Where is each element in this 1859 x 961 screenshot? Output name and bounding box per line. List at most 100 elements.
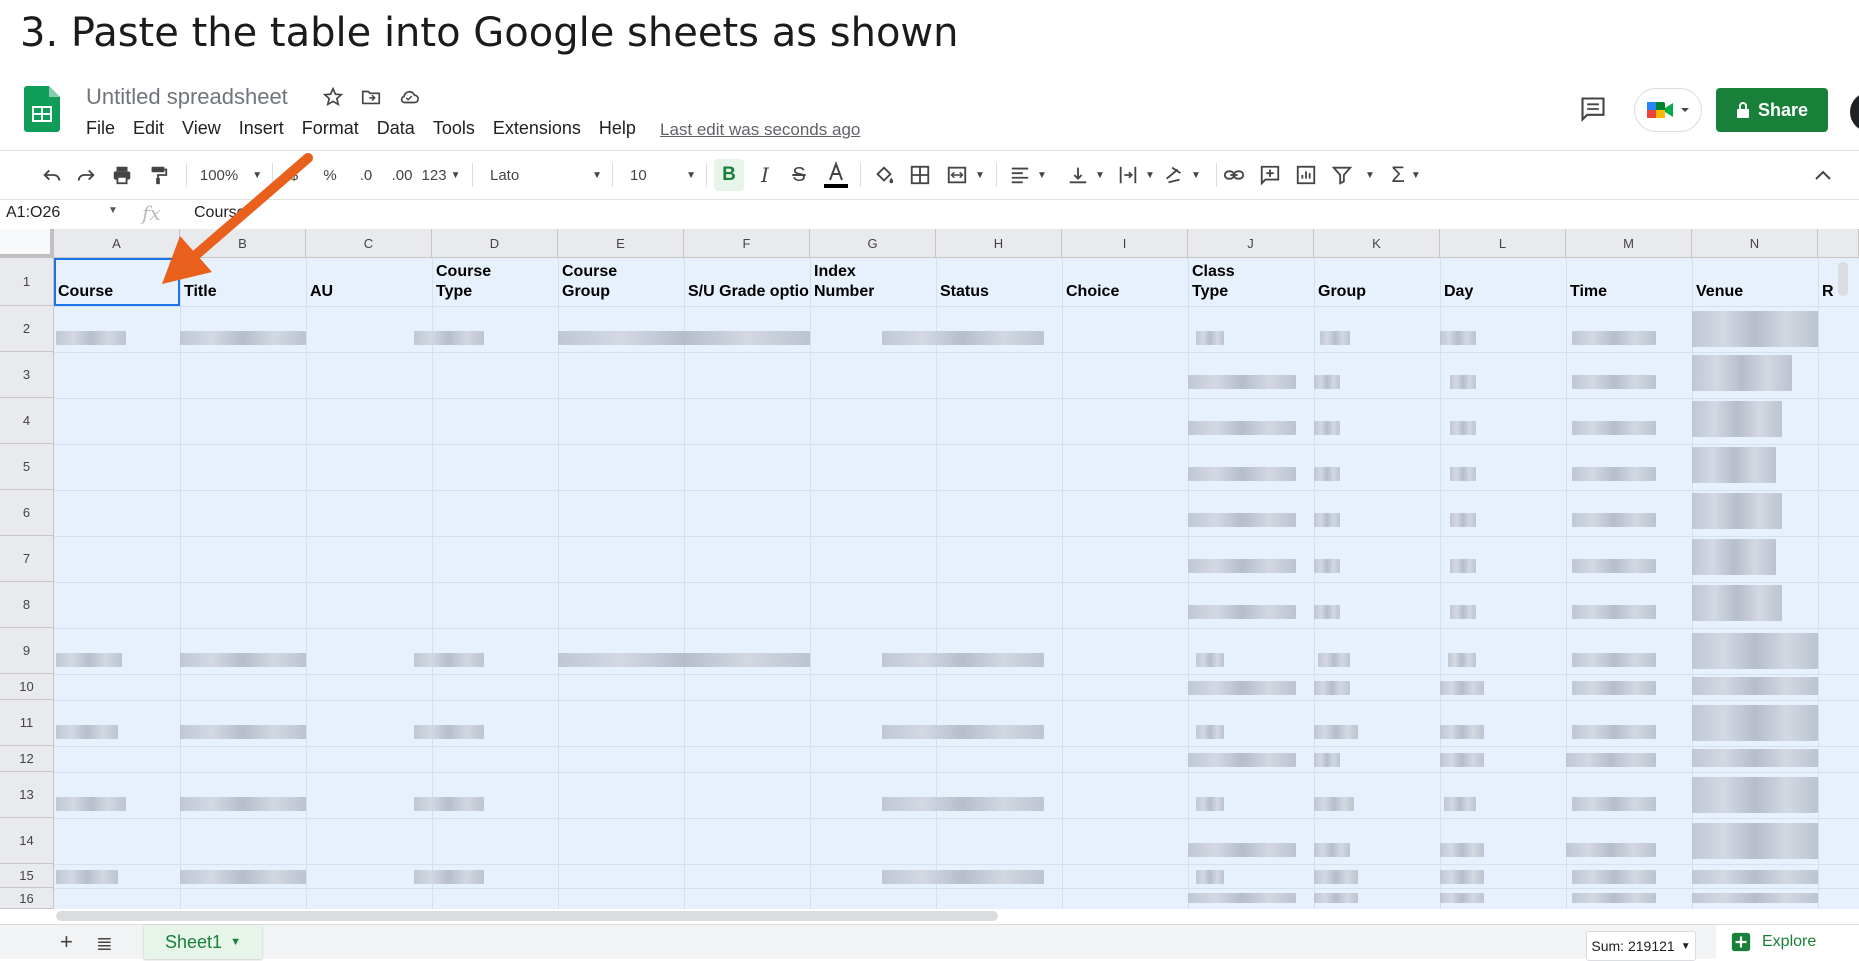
font-family-select[interactable]: Lato ▼ (490, 151, 602, 199)
select-all-corner[interactable] (0, 229, 54, 258)
increase-decimal-button[interactable]: .00 (386, 151, 418, 199)
cell-o1[interactable]: R (1822, 282, 1834, 302)
sheets-logo-icon[interactable] (24, 86, 60, 132)
vertical-scrollbar[interactable] (1838, 262, 1848, 296)
vertical-align-icon[interactable]: ▼ (1064, 151, 1108, 199)
menu-data[interactable]: Data (377, 118, 424, 139)
cell-d1-line1[interactable]: Course (436, 262, 491, 282)
text-rotation-icon[interactable]: ▼ (1160, 151, 1204, 199)
last-edit-link[interactable]: Last edit was seconds ago (660, 120, 860, 140)
column-header-i[interactable]: I (1062, 229, 1188, 258)
row-header-7[interactable]: 7 (0, 536, 54, 582)
row-header-1[interactable]: 1 (0, 258, 54, 306)
cell-j1-line2[interactable]: Type (1192, 282, 1228, 302)
cell-n1[interactable]: Venue (1696, 282, 1743, 302)
menu-help[interactable]: Help (599, 118, 645, 139)
column-header-j[interactable]: J (1188, 229, 1314, 258)
menu-tools[interactable]: Tools (433, 118, 484, 139)
text-wrapping-icon[interactable]: ▼ (1114, 151, 1158, 199)
cell-k1[interactable]: Group (1318, 282, 1366, 302)
cell-m1[interactable]: Time (1570, 282, 1607, 302)
comments-icon[interactable] (1578, 94, 1608, 124)
row-header-4[interactable]: 4 (0, 398, 54, 444)
row-header-6[interactable]: 6 (0, 490, 54, 536)
text-color-icon[interactable] (822, 151, 850, 199)
row-header-8[interactable]: 8 (0, 582, 54, 628)
meet-button[interactable] (1634, 88, 1702, 132)
filter-icon[interactable]: ▼ (1328, 151, 1378, 199)
cell-g1-line1[interactable]: Index (814, 262, 856, 282)
cell-e1-line1[interactable]: Course (562, 262, 617, 282)
cell-e1-line2[interactable]: Group (562, 282, 610, 302)
sum-indicator[interactable]: Sum: 219121 ▼ (1586, 931, 1696, 961)
selected-range[interactable] (54, 258, 1859, 909)
more-formats-button[interactable]: 123 ▼ (420, 151, 462, 199)
explore-button[interactable]: Explore (1716, 925, 1859, 959)
column-header-o[interactable] (1818, 229, 1859, 258)
cloud-saved-icon[interactable] (396, 84, 422, 110)
column-header-g[interactable]: G (810, 229, 936, 258)
column-header-m[interactable]: M (1566, 229, 1692, 258)
star-icon[interactable] (320, 84, 346, 110)
add-sheet-icon[interactable]: + (60, 929, 73, 955)
menu-view[interactable]: View (182, 118, 230, 139)
row-header-5[interactable]: 5 (0, 444, 54, 490)
avatar[interactable] (1850, 92, 1859, 132)
print-icon[interactable] (108, 151, 136, 199)
merge-cells-icon[interactable]: ▼ (942, 151, 988, 199)
menu-extensions[interactable]: Extensions (493, 118, 590, 139)
cell-j1-line1[interactable]: Class (1192, 262, 1235, 282)
all-sheets-icon[interactable]: ≣ (96, 931, 113, 956)
percent-format-button[interactable]: % (318, 151, 342, 199)
horizontal-align-icon[interactable]: ▼ (1006, 151, 1050, 199)
redo-icon[interactable] (72, 151, 100, 199)
insert-chart-icon[interactable] (1292, 151, 1320, 199)
decrease-decimal-button[interactable]: .0 (352, 151, 380, 199)
menu-edit[interactable]: Edit (133, 118, 173, 139)
fill-color-icon[interactable] (870, 151, 898, 199)
row-header-11[interactable]: 11 (0, 700, 54, 746)
row-header-2[interactable]: 2 (0, 306, 54, 352)
menu-insert[interactable]: Insert (239, 118, 293, 139)
insert-comment-icon[interactable] (1256, 151, 1284, 199)
row-header-14[interactable]: 14 (0, 818, 54, 864)
column-header-l[interactable]: L (1440, 229, 1566, 258)
column-header-d[interactable]: D (432, 229, 558, 258)
tab-sheet1[interactable]: Sheet1 ▼ (144, 925, 262, 959)
name-box[interactable]: A1:O26 (6, 204, 60, 222)
row-header-13[interactable]: 13 (0, 772, 54, 818)
collapse-toolbar-icon[interactable] (1808, 151, 1838, 199)
italic-button[interactable]: I (752, 151, 778, 199)
font-size-select[interactable]: 10 ▼ (630, 151, 696, 199)
column-header-c[interactable]: C (306, 229, 432, 258)
chevron-down-icon[interactable]: ▼ (108, 205, 118, 216)
row-header-3[interactable]: 3 (0, 352, 54, 398)
row-header-15[interactable]: 15 (0, 864, 54, 888)
row-header-9[interactable]: 9 (0, 628, 54, 674)
cell-l1[interactable]: Day (1444, 282, 1473, 302)
undo-icon[interactable] (38, 151, 66, 199)
cell-i1[interactable]: Choice (1066, 282, 1119, 302)
insert-link-icon[interactable] (1220, 151, 1248, 199)
cell-g1-line2[interactable]: Number (814, 282, 874, 302)
menu-format[interactable]: Format (302, 118, 368, 139)
row-header-16[interactable]: 16 (0, 888, 54, 909)
horizontal-scrollbar[interactable] (56, 911, 998, 921)
column-header-h[interactable]: H (936, 229, 1062, 258)
row-header-10[interactable]: 10 (0, 674, 54, 700)
strikethrough-button[interactable]: S (786, 151, 812, 199)
column-header-n[interactable]: N (1692, 229, 1818, 258)
cell-f1[interactable]: S/U Grade option (688, 282, 810, 302)
column-header-e[interactable]: E (558, 229, 684, 258)
menu-file[interactable]: File (86, 118, 124, 139)
document-title[interactable]: Untitled spreadsheet (86, 84, 288, 110)
column-header-f[interactable]: F (684, 229, 810, 258)
row-header-12[interactable]: 12 (0, 746, 54, 772)
cell-h1[interactable]: Status (940, 282, 989, 302)
column-header-k[interactable]: K (1314, 229, 1440, 258)
borders-icon[interactable] (906, 151, 934, 199)
bold-button[interactable]: B (714, 159, 744, 191)
share-button[interactable]: Share (1716, 88, 1828, 132)
functions-icon[interactable]: Σ ▼ (1384, 151, 1428, 199)
cell-d1-line2[interactable]: Type (436, 282, 472, 302)
